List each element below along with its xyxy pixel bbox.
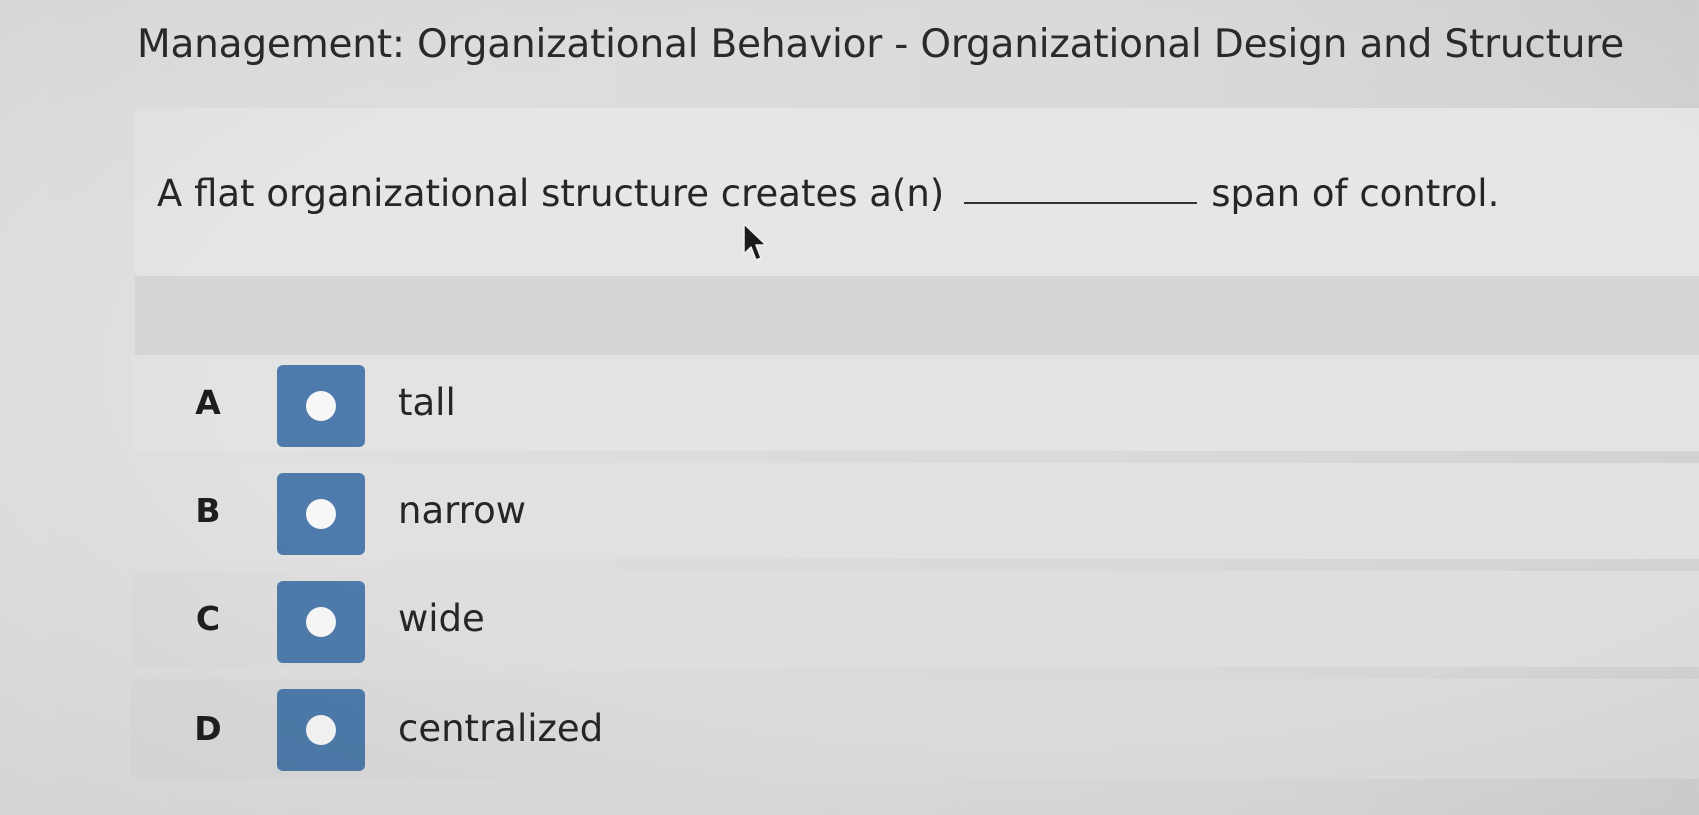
answer-option-d[interactable]: D centralized bbox=[131, 679, 1699, 779]
option-label: tall bbox=[398, 381, 456, 424]
radio-dot-icon bbox=[306, 499, 336, 529]
question-stem: A flat organizational structure creates … bbox=[157, 172, 1499, 215]
answer-option-c[interactable]: C wide bbox=[131, 571, 1699, 667]
option-label: centralized bbox=[398, 707, 604, 750]
radio-dot-icon bbox=[306, 607, 336, 637]
radio-button[interactable] bbox=[277, 581, 365, 663]
option-letter: D bbox=[194, 709, 222, 748]
answer-option-b[interactable]: B narrow bbox=[131, 463, 1699, 559]
mouse-pointer-icon bbox=[743, 223, 767, 261]
question-text-after: span of control. bbox=[1211, 172, 1500, 215]
question-text-before: A flat organizational structure creates … bbox=[157, 172, 945, 215]
answer-option-a[interactable]: A tall bbox=[131, 355, 1699, 451]
option-letter: B bbox=[195, 491, 221, 530]
radio-dot-icon bbox=[306, 715, 336, 745]
radio-button[interactable] bbox=[277, 473, 365, 555]
option-letter: C bbox=[195, 599, 221, 638]
option-label: wide bbox=[398, 597, 485, 640]
option-letter: A bbox=[195, 383, 221, 422]
page-title: Management: Organizational Behavior - Or… bbox=[137, 22, 1625, 67]
option-label: narrow bbox=[398, 489, 526, 532]
answer-blank bbox=[964, 202, 1198, 204]
options-spacer bbox=[135, 276, 1699, 356]
radio-dot-icon bbox=[306, 391, 336, 421]
radio-button[interactable] bbox=[277, 689, 365, 771]
radio-button[interactable] bbox=[277, 365, 365, 447]
